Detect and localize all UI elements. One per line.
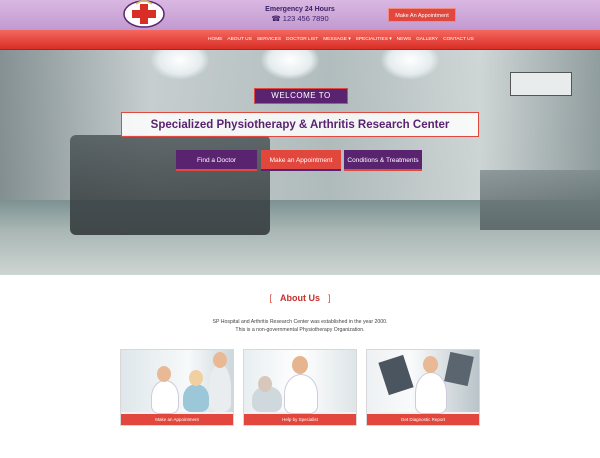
nav-list: HOME ABOUT US SERVICES DOCTOR LIST MESSA…: [208, 30, 474, 50]
top-bar: Emergency 24 Hours ☎ 123 456 7890 Make A…: [0, 0, 600, 30]
nurse-figure: [209, 364, 231, 412]
phone-number[interactable]: ☎ 123 456 7890: [250, 14, 350, 23]
doctor-head: [157, 366, 171, 382]
xray-film: [378, 354, 414, 396]
card-caption: Get Diagnostic Report: [367, 414, 479, 425]
nav-item-doctor-list[interactable]: DOCTOR LIST: [286, 30, 318, 50]
nurse-head: [213, 352, 227, 368]
hero-appointment-button[interactable]: Make an Appointment: [261, 150, 341, 171]
hospital-bed: [480, 170, 600, 230]
nav-item-gallery[interactable]: GALLERY: [416, 30, 438, 50]
bracket-right: ]: [328, 293, 331, 303]
doctor-figure: [151, 380, 179, 414]
hospital-logo[interactable]: [122, 0, 166, 28]
nav-item-about-us[interactable]: ABOUT US: [227, 30, 251, 50]
about-line-1: SP Hospital and Arthritis Research Cente…: [212, 319, 388, 325]
card-caption: Help by Specialist: [244, 414, 356, 425]
bracket-left: [: [269, 293, 272, 303]
doctor-figure: [415, 372, 447, 414]
nav-item-services[interactable]: SERVICES: [257, 30, 281, 50]
card-caption: Make an Appointment: [121, 414, 233, 425]
card-make-appointment[interactable]: Make an Appointment: [120, 349, 234, 426]
about-heading: [ About Us]: [0, 293, 600, 303]
card-image-nurse: [244, 350, 356, 414]
find-doctor-button[interactable]: Find a Doctor: [176, 150, 257, 171]
emergency-title: Emergency 24 Hours: [265, 6, 335, 13]
xray-film: [444, 351, 474, 387]
about-line-2: This is a non-governmental Physiotherapy…: [235, 327, 365, 333]
nav-item-specialities[interactable]: SPECIALITIES ▾: [356, 30, 392, 50]
card-image-xray-doctor: [367, 350, 479, 414]
doctor-head: [423, 356, 438, 373]
make-appointment-button[interactable]: Make An Appointment: [388, 8, 456, 22]
nav-item-home[interactable]: HOME: [208, 30, 222, 50]
nurse-figure: [284, 374, 318, 414]
nav-item-message[interactable]: MESSAGE ▾: [323, 30, 350, 50]
hero-title: Specialized Physiotherapy & Arthritis Re…: [121, 112, 479, 137]
patient-figure: [183, 384, 209, 412]
about-title-text: About Us: [280, 293, 320, 303]
nav-item-contact-us[interactable]: CONTACT US: [443, 30, 474, 50]
emergency-info: Emergency 24 Hours ☎ 123 456 7890: [250, 6, 350, 23]
patient-head: [189, 370, 203, 386]
patient-head: [258, 376, 272, 392]
card-help-specialist[interactable]: Help by Specialist: [243, 349, 357, 426]
wall-clock: [510, 72, 572, 96]
conditions-treatments-button[interactable]: Conditions & Treatments: [344, 150, 422, 171]
card-image-doctor-patient: [121, 350, 233, 414]
card-diagnostic-report[interactable]: Get Diagnostic Report: [366, 349, 480, 426]
nav-item-news[interactable]: NEWS: [397, 30, 411, 50]
welcome-label: WELCOME TO: [254, 88, 348, 104]
main-nav: HOME ABOUT US SERVICES DOCTOR LIST MESSA…: [0, 30, 600, 50]
nurse-head: [292, 356, 308, 374]
about-description: SP Hospital and Arthritis Research Cente…: [0, 318, 600, 334]
